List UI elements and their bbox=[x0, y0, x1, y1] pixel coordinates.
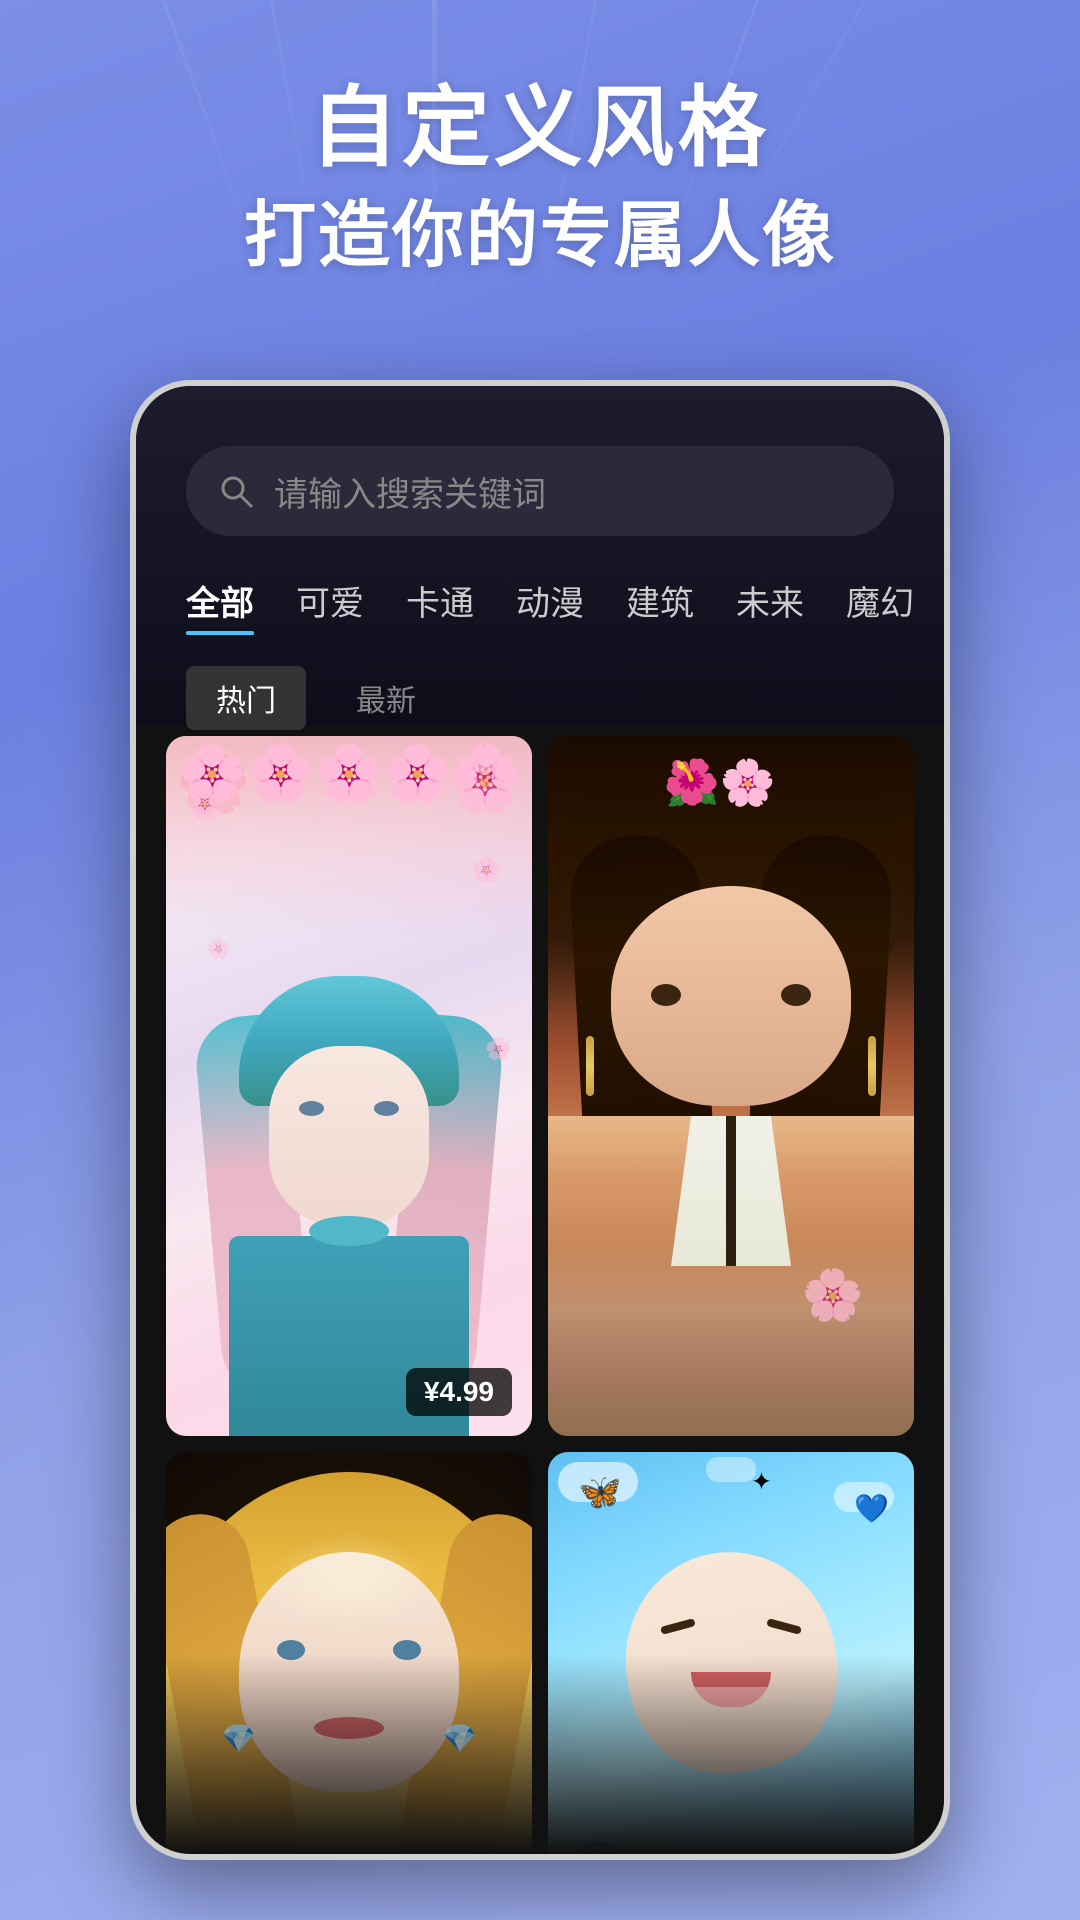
search-placeholder[interactable]: 请输入搜索关键词 bbox=[274, 467, 546, 516]
kimono-body: 🌸 bbox=[548, 1116, 914, 1436]
tab-anime[interactable]: 动漫 bbox=[516, 576, 584, 625]
tab-all[interactable]: 全部 bbox=[186, 576, 254, 625]
tab-building[interactable]: 建筑 bbox=[626, 576, 694, 625]
portrait-2-bg: 🌺🌸 bbox=[548, 736, 914, 1436]
flowers-decoration: 🌸🌸🌸🌸🌸 bbox=[166, 736, 532, 936]
character-silhouette bbox=[209, 936, 489, 1436]
sort-new[interactable]: 最新 bbox=[326, 666, 446, 730]
header-title-line2: 打造你的专属人像 bbox=[0, 197, 1080, 276]
phone-mockup: 请输入搜索关键词 全部 可爱 卡通 动漫 建筑 未来 魔 bbox=[130, 380, 950, 1860]
tab-fantasy[interactable]: 魔幻 bbox=[846, 576, 914, 625]
category-tabs: 全部 可爱 卡通 动漫 建筑 未来 魔幻 bbox=[186, 576, 894, 625]
tab-active-indicator bbox=[186, 631, 254, 635]
tab-future[interactable]: 未来 bbox=[736, 576, 804, 625]
sort-tabs: 热门 最新 bbox=[186, 666, 446, 730]
gallery-item-1[interactable]: 🌸🌸🌸🌸🌸 bbox=[166, 736, 532, 1436]
header-section: 自定义风格 打造你的专属人像 bbox=[0, 80, 1080, 276]
screen-bottom-fade bbox=[136, 1654, 944, 1854]
search-icon bbox=[216, 471, 256, 511]
search-bar[interactable]: 请输入搜索关键词 bbox=[186, 446, 894, 536]
price-badge-1: ¥4.99 bbox=[406, 1368, 512, 1416]
header-title-line1: 自定义风格 bbox=[0, 80, 1080, 177]
sort-hot[interactable]: 热门 bbox=[186, 666, 306, 730]
gallery-item-2[interactable]: 🌺🌸 bbox=[548, 736, 914, 1436]
tab-cute[interactable]: 可爱 bbox=[296, 576, 364, 625]
phone-screen: 请输入搜索关键词 全部 可爱 卡通 动漫 建筑 未来 魔 bbox=[136, 386, 944, 1854]
tab-cartoon[interactable]: 卡通 bbox=[406, 576, 474, 625]
